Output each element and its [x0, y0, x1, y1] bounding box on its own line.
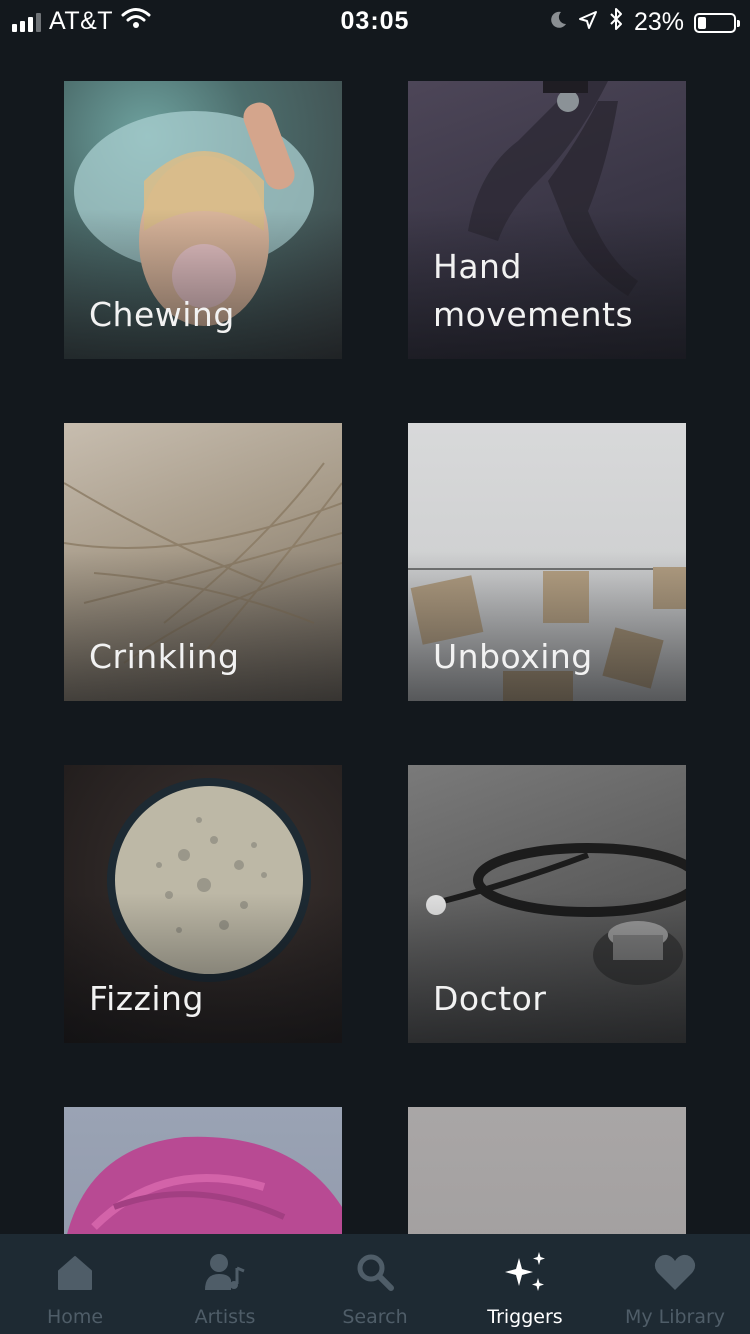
sparkles-icon [501, 1250, 549, 1294]
moon-icon [548, 8, 568, 37]
tab-bar: Home Artists Search Triggers My Library [0, 1234, 750, 1334]
battery-percent: 23% [633, 8, 684, 36]
status-bar: AT&T 03:05 23% [0, 0, 750, 42]
trigger-tile-chewing[interactable]: Chewing [64, 81, 342, 359]
battery-level [698, 16, 706, 29]
tab-search[interactable]: Search [300, 1234, 450, 1334]
tab-label: Triggers [487, 1306, 563, 1328]
bluetooth-icon [608, 7, 624, 38]
location-arrow-icon [578, 8, 598, 37]
search-icon [355, 1250, 395, 1294]
trigger-tile-fizzing[interactable]: Fizzing [64, 765, 342, 1043]
trigger-tile-doctor[interactable]: Doctor [408, 765, 686, 1043]
tab-label: My Library [624, 1306, 726, 1328]
tab-label: Search [342, 1306, 408, 1328]
tab-triggers[interactable]: Triggers [450, 1234, 600, 1334]
trigger-tile-unboxing[interactable]: Unboxing [408, 423, 686, 701]
tab-artists[interactable]: Artists [150, 1234, 300, 1334]
tile-label: Doctor [433, 979, 547, 1018]
tile-label: Unboxing [433, 637, 593, 676]
artist-icon [203, 1250, 247, 1294]
battery-icon [694, 12, 740, 33]
tab-label: Artists [194, 1306, 256, 1328]
tab-home[interactable]: Home [0, 1234, 150, 1334]
tab-my-library[interactable]: My Library [600, 1234, 750, 1334]
heart-icon [653, 1250, 697, 1294]
tile-label: Hand movements [433, 247, 634, 334]
tab-label: Home [46, 1306, 104, 1328]
home-icon [55, 1250, 95, 1294]
trigger-tile-hand-movements[interactable]: Hand movements [408, 81, 686, 359]
trigger-tile-crinkling[interactable]: Crinkling [64, 423, 342, 701]
status-right: 23% [548, 7, 740, 38]
tile-label: Fizzing [89, 979, 204, 1018]
tile-label: Chewing [89, 295, 235, 334]
triggers-screen: AT&T 03:05 23% Chewing Hand movements Cr… [0, 0, 750, 1334]
tile-label: Crinkling [89, 637, 240, 676]
